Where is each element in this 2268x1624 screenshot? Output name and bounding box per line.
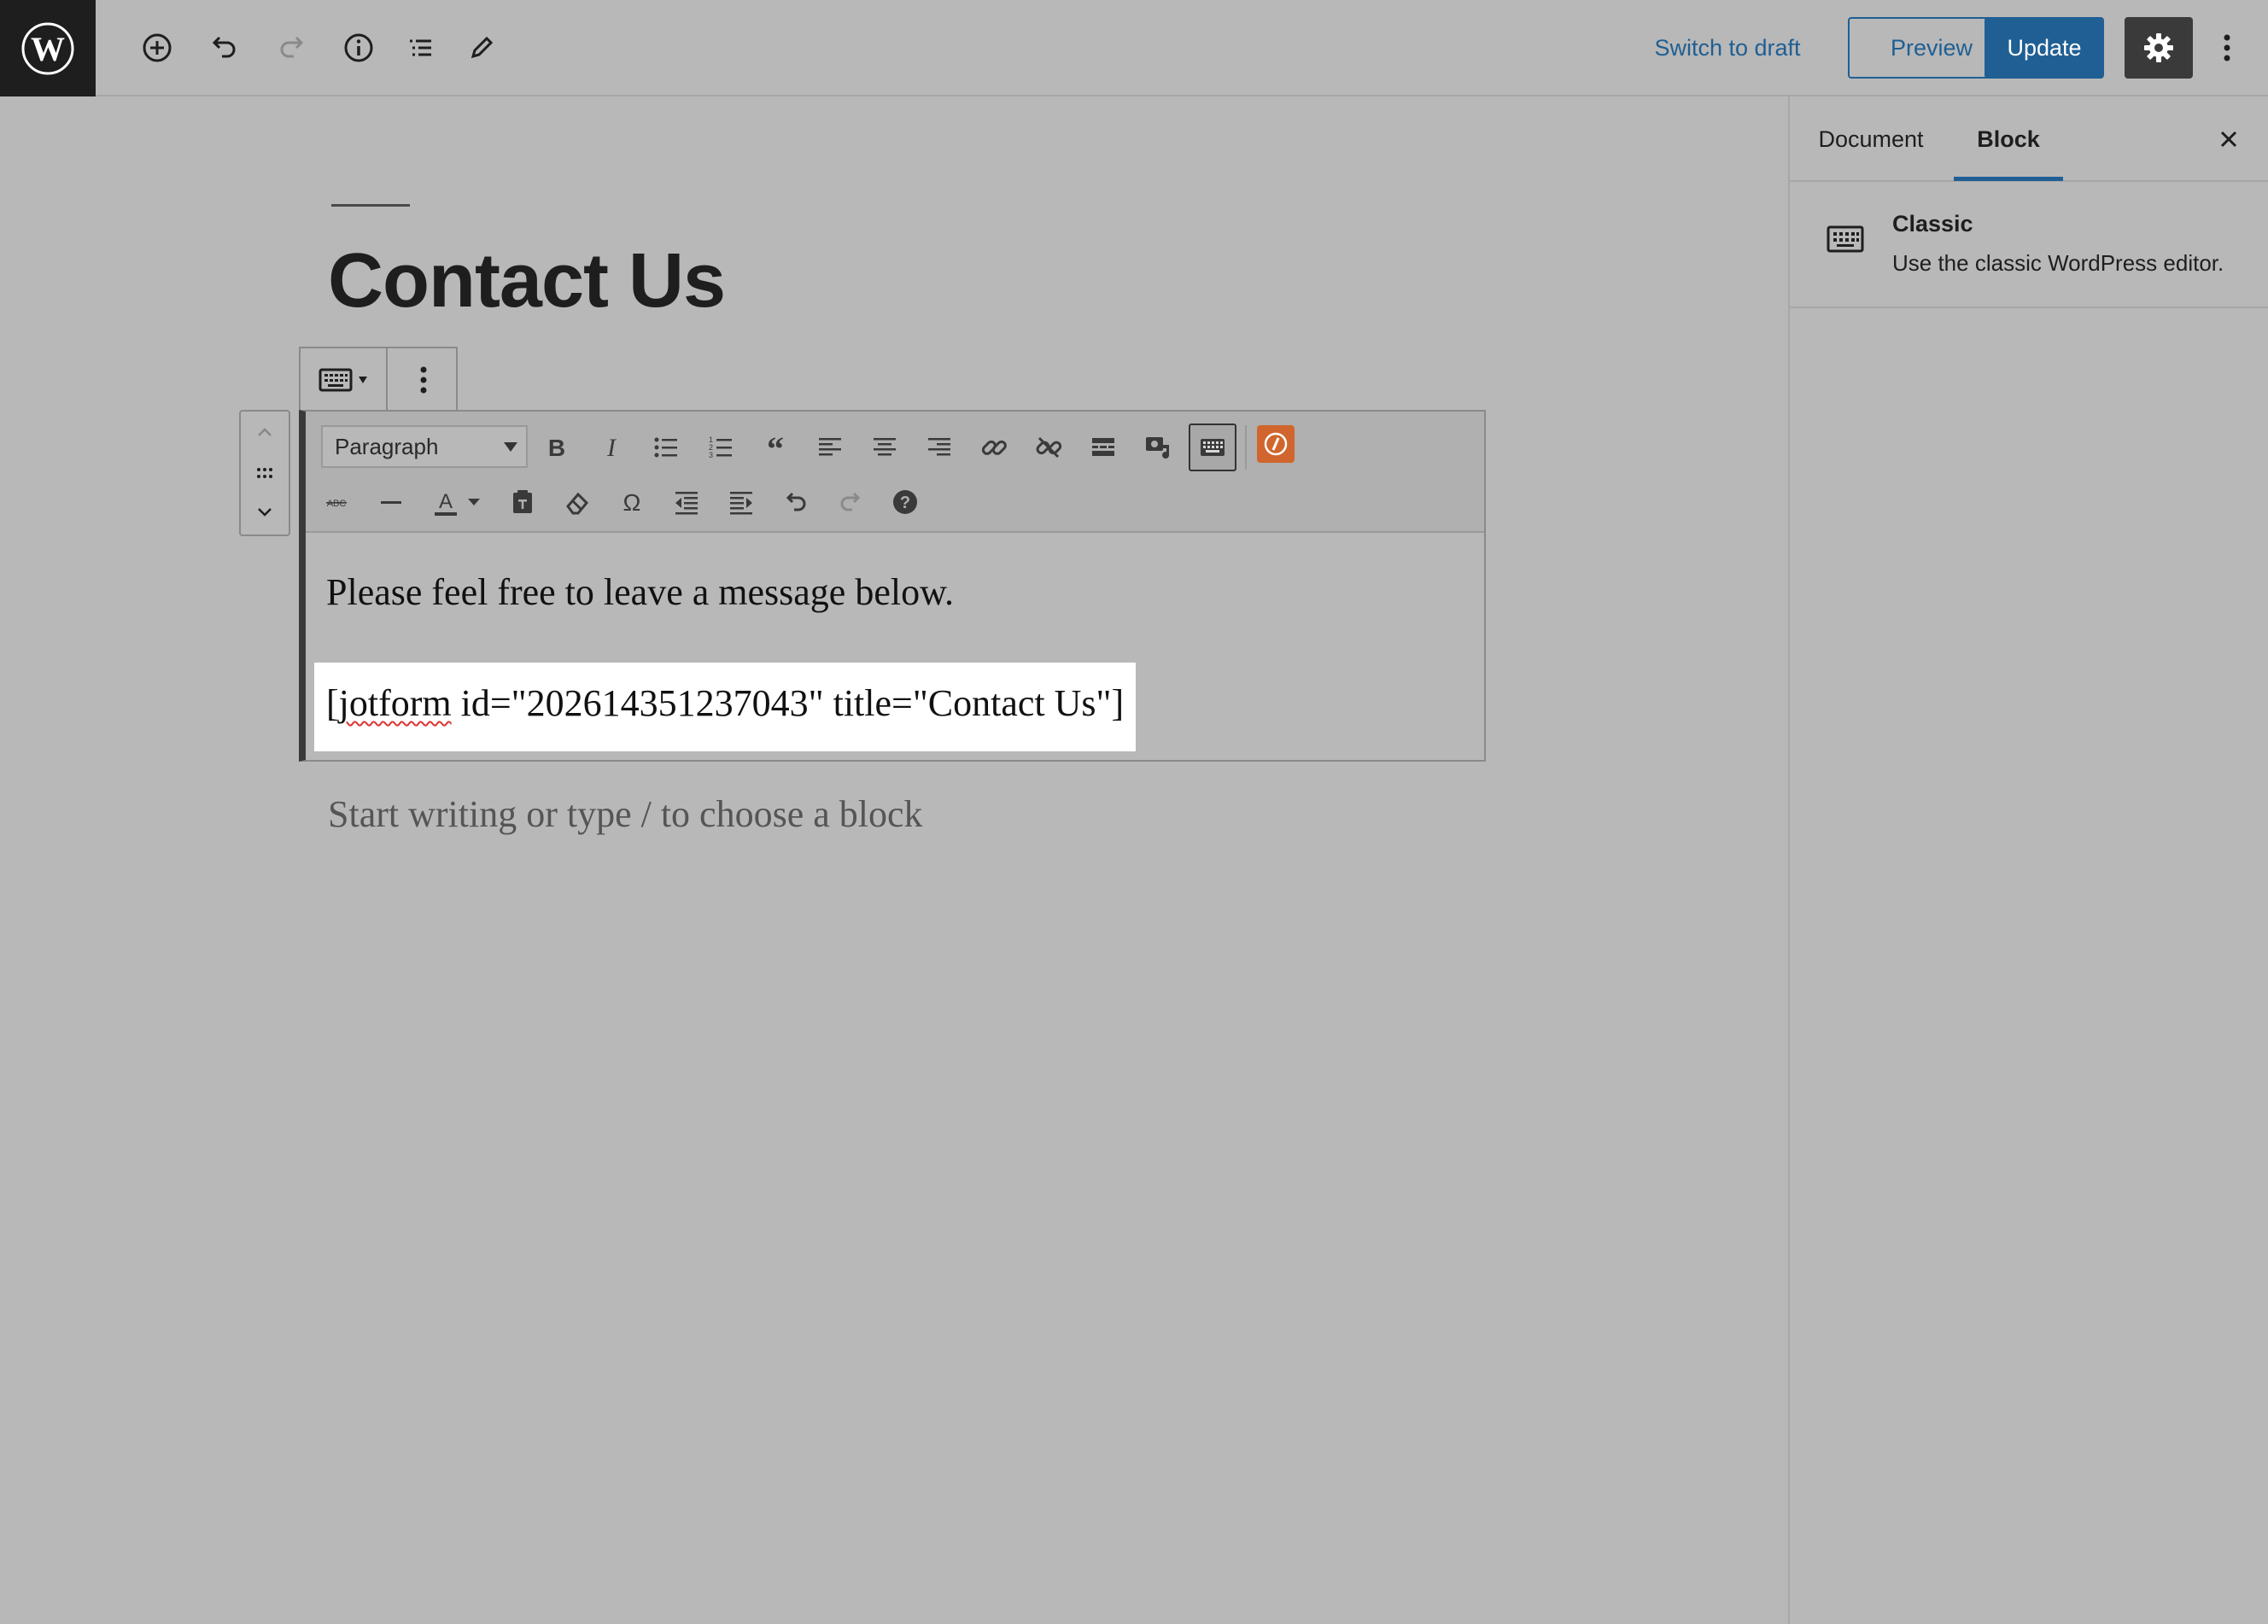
wordpress-logo-icon[interactable]: W [0, 0, 96, 96]
shortcode-attributes: id="202614351237043" title="Contact Us"] [451, 682, 1125, 724]
block-toolbar [299, 347, 458, 412]
indent-icon[interactable] [717, 478, 765, 526]
svg-text:ABC: ABC [327, 499, 347, 509]
svg-text:W: W [31, 30, 65, 68]
sidebar-tabs: Document Block [1790, 96, 2268, 182]
keyboard-icon [1826, 219, 1865, 259]
svg-text:B: B [548, 435, 565, 461]
svg-text:?: ? [900, 494, 910, 512]
spellcheck-word: jotform [338, 682, 452, 724]
update-button[interactable]: Update [1984, 17, 2104, 79]
switch-to-draft-button[interactable]: Switch to draft [1638, 20, 1817, 75]
format-select[interactable]: Paragraph [321, 425, 528, 468]
svg-text:3: 3 [709, 451, 713, 459]
svg-text:Ω: Ω [623, 489, 641, 516]
list-view-icon[interactable] [393, 20, 447, 75]
more-options-icon[interactable] [2200, 20, 2254, 75]
tab-block[interactable]: Block [1954, 96, 2063, 181]
settings-sidebar: Document Block Classic Use the classic W… [1788, 96, 2268, 1624]
unlink-icon[interactable] [1025, 424, 1073, 471]
italic-icon[interactable]: I [587, 424, 635, 471]
jotform-icon[interactable] [1257, 425, 1295, 463]
post-title[interactable]: Contact Us [328, 237, 726, 325]
shortcode-selection[interactable]: [jotform id="202614351237043" title="Con… [314, 663, 1136, 751]
special-character-icon[interactable]: Ω [608, 478, 656, 526]
info-icon[interactable] [331, 20, 386, 75]
block-type-switcher[interactable] [301, 348, 388, 412]
block-appender-placeholder[interactable]: Start writing or type / to choose a bloc… [328, 792, 923, 836]
toolbar-toggle-icon[interactable] [1189, 424, 1236, 471]
settings-gear-icon[interactable] [2125, 17, 2193, 79]
block-card: Classic Use the classic WordPress editor… [1790, 182, 2268, 308]
close-icon[interactable] [2208, 119, 2249, 160]
chevron-down-icon [359, 377, 367, 383]
redo-icon[interactable] [827, 478, 874, 526]
edit-pencil-icon[interactable] [454, 20, 509, 75]
block-more-options-icon[interactable] [389, 348, 458, 412]
clear-formatting-icon[interactable] [553, 478, 601, 526]
read-more-icon[interactable] [1079, 424, 1127, 471]
paragraph-text[interactable]: Please feel free to leave a message belo… [326, 570, 954, 614]
svg-text:A: A [439, 490, 453, 513]
keyboard-icon [319, 368, 353, 392]
block-card-title: Classic [1892, 211, 1973, 237]
add-media-icon[interactable] [1134, 424, 1182, 471]
text-color-dropdown-icon[interactable] [461, 478, 487, 526]
blockquote-icon[interactable]: “ [751, 424, 799, 471]
toolbar-separator [1245, 425, 1247, 470]
svg-text:“: “ [767, 433, 784, 462]
insert-link-icon[interactable] [970, 424, 1018, 471]
strikethrough-icon[interactable]: ABC [313, 478, 360, 526]
format-select-value: Paragraph [335, 434, 439, 459]
align-right-icon[interactable] [915, 424, 963, 471]
undo-icon[interactable] [772, 478, 820, 526]
jotform-shortcode[interactable]: [jotform id="202614351237043" title="Con… [326, 681, 1124, 725]
keyboard-shortcuts-help-icon[interactable]: ? [881, 478, 929, 526]
tab-document[interactable]: Document [1814, 96, 1928, 182]
redo-icon[interactable] [265, 20, 319, 75]
move-up-icon[interactable] [241, 412, 289, 453]
align-center-icon[interactable] [861, 424, 909, 471]
undo-icon[interactable] [196, 20, 251, 75]
svg-text:I: I [606, 434, 617, 462]
paste-as-text-icon[interactable] [499, 478, 547, 526]
numbered-list-icon[interactable]: 123 [697, 424, 745, 471]
outdent-icon[interactable] [663, 478, 710, 526]
editor-header: W Switch to draft Preview Update [0, 0, 2268, 96]
bold-icon[interactable]: B [533, 424, 581, 471]
classic-editor-content[interactable]: Please feel free to leave a message belo… [306, 535, 1484, 758]
add-block-icon[interactable] [130, 20, 184, 75]
drag-handle-icon[interactable] [241, 453, 289, 494]
classic-editor-toolbar: Paragraph B I 123 “ ABC A Ω ? [306, 412, 1484, 533]
bullet-list-icon[interactable] [642, 424, 690, 471]
move-down-icon[interactable] [241, 492, 289, 533]
horizontal-line-icon[interactable] [367, 478, 415, 526]
shortcode-open-bracket: [ [326, 682, 339, 724]
title-separator [331, 204, 410, 207]
block-card-description: Use the classic WordPress editor. [1892, 250, 2224, 276]
block-mover [239, 410, 290, 536]
chevron-down-icon [504, 442, 517, 452]
classic-block[interactable]: Paragraph B I 123 “ ABC A Ω ? Please fee… [299, 410, 1486, 762]
align-left-icon[interactable] [806, 424, 854, 471]
